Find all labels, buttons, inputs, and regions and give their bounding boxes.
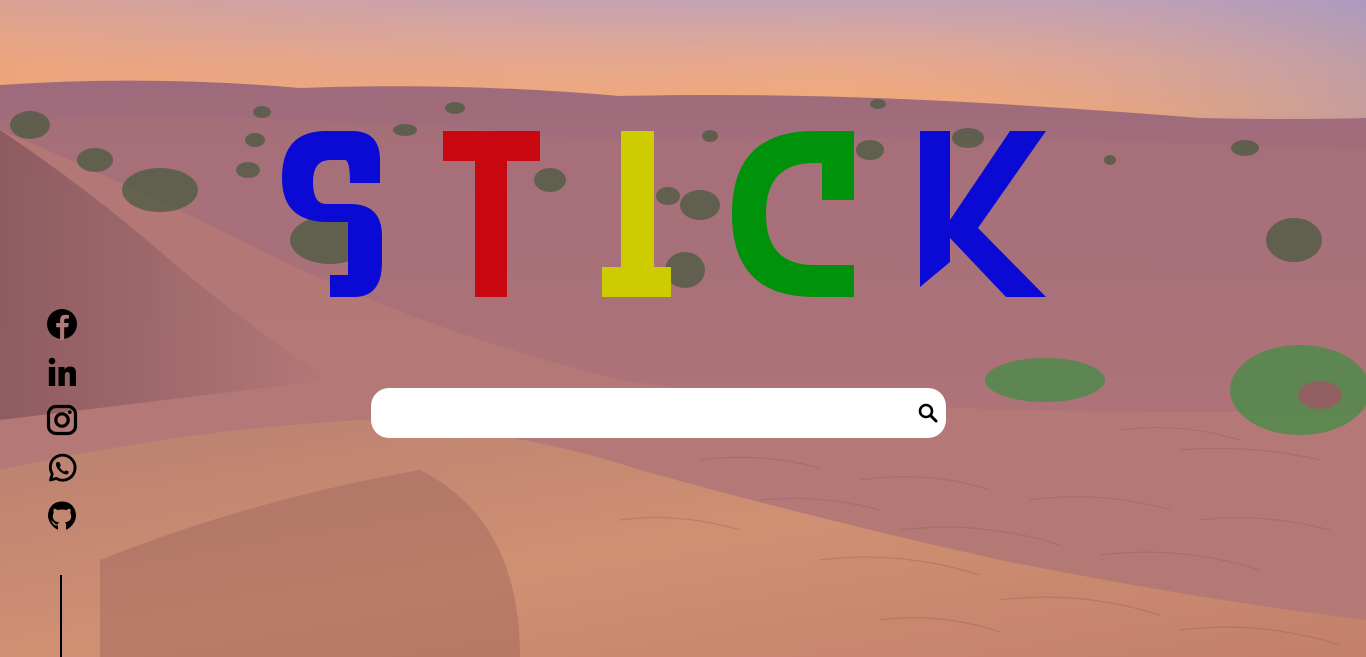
logo-letter-i <box>602 131 671 297</box>
linkedin-icon <box>48 357 76 386</box>
stick-logo <box>282 131 1046 297</box>
facebook-icon <box>47 309 77 340</box>
whatsapp-link[interactable] <box>45 451 79 485</box>
facebook-link[interactable] <box>45 307 79 341</box>
logo-letter-k <box>920 131 1046 297</box>
search-input[interactable] <box>389 388 899 438</box>
logo-letter-s <box>282 131 382 297</box>
logo-letter-c <box>732 131 854 297</box>
linkedin-link[interactable] <box>45 355 79 389</box>
github-link[interactable] <box>45 499 79 533</box>
search-icon <box>918 403 938 423</box>
social-divider-line <box>60 575 62 657</box>
instagram-link[interactable] <box>45 403 79 437</box>
search-bar <box>371 388 946 438</box>
instagram-icon <box>46 404 78 436</box>
whatsapp-icon <box>48 453 77 482</box>
search-button[interactable] <box>916 401 940 425</box>
logo-letter-t <box>443 131 540 297</box>
social-links <box>45 307 81 547</box>
github-icon <box>48 501 76 530</box>
